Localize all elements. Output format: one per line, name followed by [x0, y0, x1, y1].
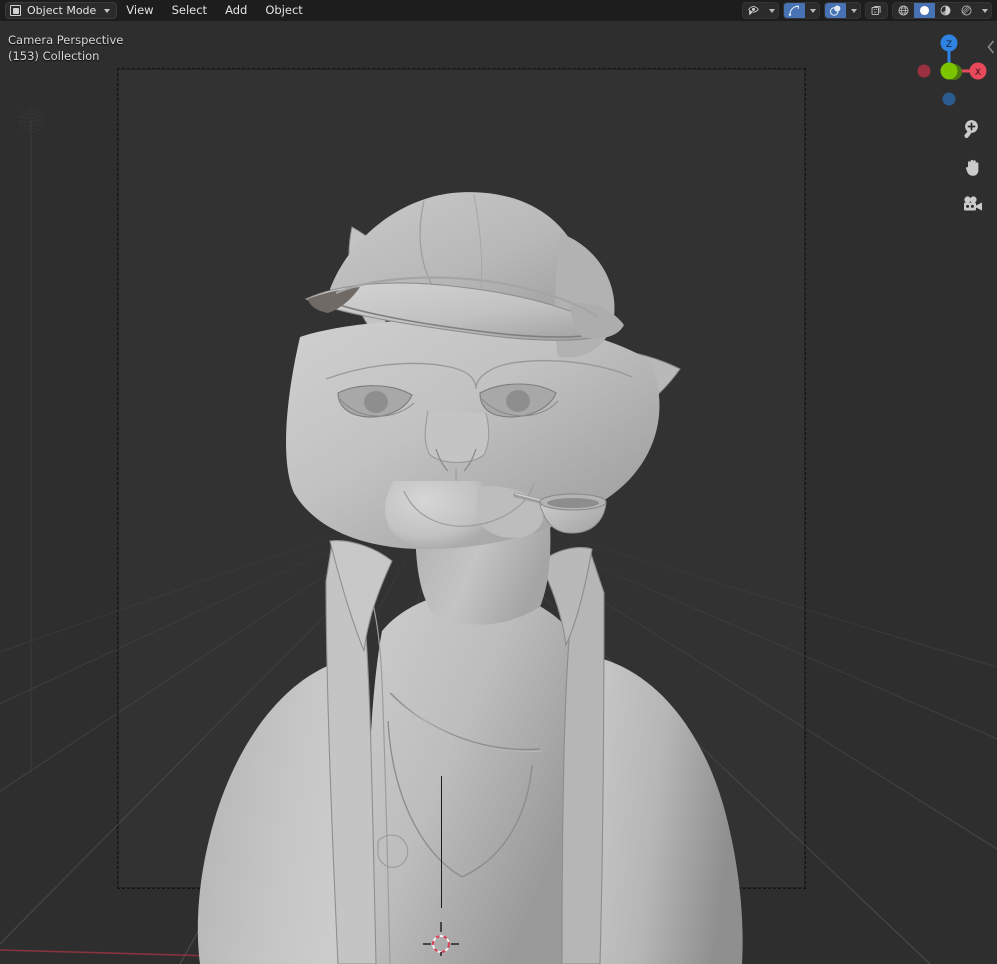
xray-group	[865, 2, 888, 19]
pupil-right	[506, 390, 530, 412]
header-right-group	[742, 2, 997, 19]
gizmo-neg-z-ball[interactable]	[942, 92, 956, 106]
visibility-toggle-button[interactable]	[743, 3, 764, 18]
wireframe-sphere-icon	[898, 5, 909, 16]
header-left-group: Object Mode View Select Add Object	[0, 0, 312, 21]
3d-viewport[interactable]: Camera Perspective (153) Collection Z X	[0, 21, 997, 964]
hand-icon[interactable]	[961, 155, 985, 179]
gizmo-toggle-button[interactable]	[784, 3, 805, 18]
nose	[424, 410, 490, 464]
gizmo-z-label: Z	[946, 40, 952, 50]
menu-select[interactable]: Select	[163, 0, 216, 21]
solid-sphere-icon	[919, 5, 930, 16]
mode-selector-button[interactable]: Object Mode	[5, 2, 118, 19]
object-origin-guide	[441, 776, 442, 908]
chevron-down-icon	[810, 8, 816, 13]
overlays-group	[824, 2, 861, 19]
gizmo-x-label: X	[975, 68, 981, 78]
gizmo-y-ball[interactable]	[940, 62, 958, 80]
rendered-sphere-icon	[961, 5, 972, 16]
gizmo-group	[783, 2, 820, 19]
magnifier-plus-icon[interactable]	[961, 117, 985, 141]
cat-detective-model[interactable]	[0, 21, 997, 964]
shading-material-button[interactable]	[935, 3, 956, 18]
viewport-nav-tools	[961, 117, 985, 217]
menu-view[interactable]: View	[117, 0, 162, 21]
gizmo-dropdown-button[interactable]	[805, 3, 819, 18]
navigation-gizmo[interactable]: Z X	[909, 31, 989, 111]
object-mode-icon	[10, 5, 21, 16]
overlays-dropdown-button[interactable]	[846, 3, 860, 18]
chevron-down-icon	[104, 8, 111, 13]
shading-solid-button[interactable]	[914, 3, 935, 18]
viewport-header: Object Mode View Select Add Object	[0, 0, 997, 21]
shading-rendered-button[interactable]	[956, 3, 977, 18]
visibility-dropdown-button[interactable]	[764, 3, 778, 18]
visibility-group	[742, 2, 779, 19]
chevron-down-icon	[982, 8, 988, 13]
pipe-bowl-opening	[547, 498, 599, 508]
eye-icon	[748, 6, 759, 16]
camera-icon[interactable]	[961, 193, 985, 217]
gizmo-neg-x-ball[interactable]	[917, 64, 931, 78]
menu-object[interactable]: Object	[256, 0, 311, 21]
torso-chest	[368, 590, 583, 964]
chevron-left-icon[interactable]	[986, 39, 996, 55]
overlays-icon	[829, 5, 841, 16]
shading-wireframe-button[interactable]	[893, 3, 914, 18]
material-sphere-icon	[940, 5, 951, 16]
3d-cursor[interactable]	[418, 914, 464, 960]
mode-selector-label: Object Mode	[27, 4, 97, 17]
xray-toggle-icon	[871, 6, 881, 15]
chevron-down-icon	[851, 8, 857, 13]
blender-window: Object Mode View Select Add Object Camer…	[0, 0, 997, 964]
menu-add[interactable]: Add	[216, 0, 256, 21]
chevron-down-icon	[769, 8, 775, 13]
xray-toggle-button[interactable]	[866, 3, 887, 18]
muzzle-left	[385, 481, 491, 548]
shading-mode-group	[892, 2, 992, 19]
overlays-toggle-button[interactable]	[825, 3, 846, 18]
shading-dropdown-button[interactable]	[977, 3, 991, 18]
gizmo-axis-icon	[788, 5, 800, 16]
pupil-left	[364, 391, 388, 413]
